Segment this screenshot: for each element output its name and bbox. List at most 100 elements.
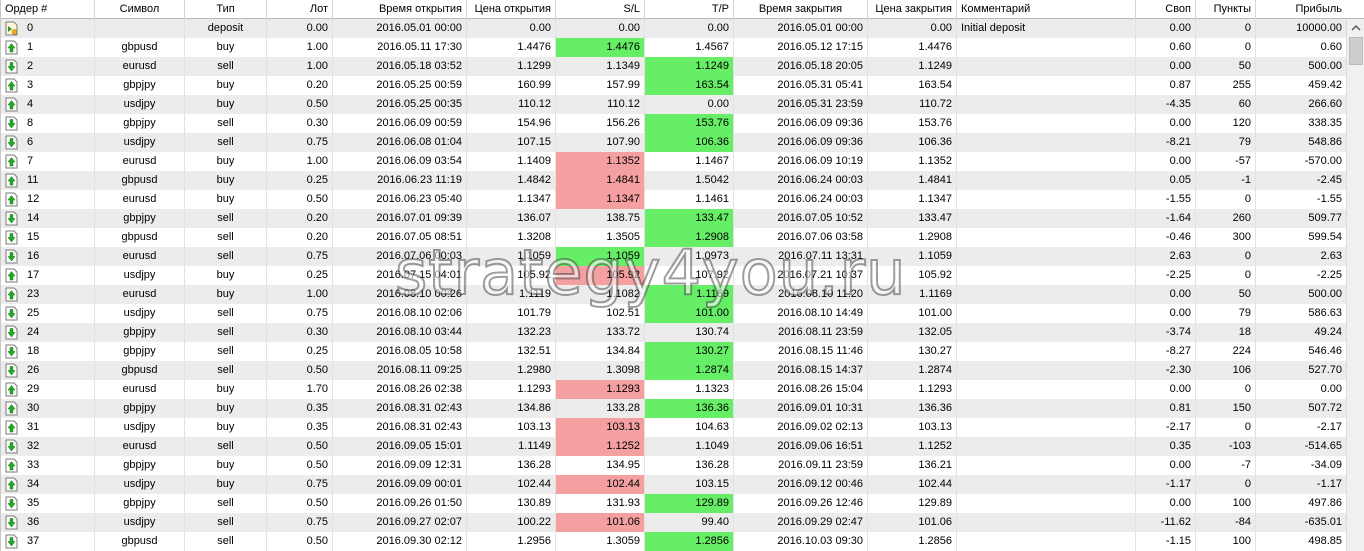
cell-lot: 0.25 (267, 266, 333, 285)
cell-symbol: eurusd (95, 152, 185, 171)
header-col-open-price[interactable]: Цена открытия (467, 0, 556, 19)
cell-open-price: 134.86 (467, 399, 556, 418)
table-row[interactable]: 4 usdjpy buy 0.50 2016.05.25 00:35 110.12 110.… (1, 95, 1347, 114)
cell-close-time: 2016.08.26 15:04 (734, 380, 868, 399)
cell-symbol: gbpjpy (95, 76, 185, 95)
header-col-lot[interactable]: Лот (267, 0, 333, 19)
header-col-close-time[interactable]: Время закрытия (734, 0, 868, 19)
cell-symbol: usdjpy (95, 133, 185, 152)
cell-lot: 0.20 (267, 76, 333, 95)
cell-profit: -570.00 (1256, 152, 1347, 171)
cell-swap: -1.64 (1136, 209, 1196, 228)
table-row[interactable]: 31 usdjpy buy 0.35 2016.08.31 02:43 103.13 103… (1, 418, 1347, 437)
table-row[interactable]: 24 gbpjpy sell 0.30 2016.08.10 03:44 132.23 13… (1, 323, 1347, 342)
table-row[interactable]: 30 gbpjpy buy 0.35 2016.08.31 02:43 134.86 133… (1, 399, 1347, 418)
cell-sl: 157.99 (556, 76, 645, 95)
header-col-tp[interactable]: T/P (645, 0, 734, 19)
table-row[interactable]: 23 eurusd buy 1.00 2016.08.10 00:26 1.1119 1.1… (1, 285, 1347, 304)
order-number: 24 (27, 326, 40, 338)
cell-sl: 1.1252 (556, 437, 645, 456)
cell-order: 0 (1, 19, 95, 38)
header-col-symbol[interactable]: Символ (95, 0, 185, 19)
header-col-profit[interactable]: Прибыль (1256, 0, 1347, 19)
cell-symbol: usdjpy (95, 475, 185, 494)
header-col-order[interactable]: Ордер # (1, 0, 95, 19)
header-col-close-price[interactable]: Цена закрытия (868, 0, 957, 19)
cell-tp: 107.92 (645, 266, 734, 285)
table-row[interactable]: 26 gbpusd sell 0.50 2016.08.11 09:25 1.2980 1.… (1, 361, 1347, 380)
table-row[interactable]: 1 gbpusd buy 1.00 2016.05.11 17:30 1.4476 1.44… (1, 38, 1347, 57)
cell-close-time: 2016.09.29 02:47 (734, 513, 868, 532)
cell-open-price: 0.00 (467, 19, 556, 38)
table-row[interactable]: 2 eurusd sell 1.00 2016.05.18 03:52 1.1299 1.1… (1, 57, 1347, 76)
cell-lot: 0.20 (267, 228, 333, 247)
buy-icon (5, 192, 18, 207)
table-row[interactable]: 0 deposit 0.00 2016.05.01 00:00 0.00 0.00 0.00… (1, 19, 1347, 38)
cell-comment (957, 304, 1136, 323)
table-row[interactable]: 12 eurusd buy 0.50 2016.06.23 05:40 1.1347 1.1… (1, 190, 1347, 209)
order-number: 34 (27, 478, 40, 490)
table-row[interactable]: 35 gbpjpy sell 0.50 2016.09.26 01:50 130.89 13… (1, 494, 1347, 513)
cell-close-price: 133.47 (868, 209, 957, 228)
cell-sl: 1.1352 (556, 152, 645, 171)
cell-open-price: 1.4476 (467, 38, 556, 57)
scroll-up-arrow-icon[interactable] (1350, 22, 1362, 34)
cell-lot: 0.50 (267, 190, 333, 209)
table-row[interactable]: 16 eurusd sell 0.75 2016.07.06 00:03 1.1059 1.… (1, 247, 1347, 266)
cell-type: deposit (185, 19, 267, 38)
header-col-points[interactable]: Пункты (1196, 0, 1256, 19)
cell-close-time: 2016.05.01 00:00 (734, 19, 868, 38)
cell-type: buy (185, 171, 267, 190)
header-col-type[interactable]: Тип (185, 0, 267, 19)
cell-points: 0 (1196, 418, 1256, 437)
cell-comment (957, 513, 1136, 532)
cell-type: sell (185, 228, 267, 247)
sell-icon (5, 496, 18, 511)
cell-comment (957, 171, 1136, 190)
header-col-sl[interactable]: S/L (556, 0, 645, 19)
cell-swap: 0.00 (1136, 19, 1196, 38)
header-col-open-time[interactable]: Время открытия (333, 0, 467, 19)
cell-open-time: 2016.05.25 00:35 (333, 95, 467, 114)
table-row[interactable]: 8 gbpjpy sell 0.30 2016.06.09 00:59 154.96 156… (1, 114, 1347, 133)
table-row[interactable]: 3 gbpjpy buy 0.20 2016.05.25 00:59 160.99 157.… (1, 76, 1347, 95)
table-row[interactable]: 7 eurusd buy 1.00 2016.06.09 03:54 1.1409 1.13… (1, 152, 1347, 171)
order-number: 7 (27, 155, 34, 167)
cell-open-time: 2016.08.31 02:43 (333, 399, 467, 418)
scrollbar-thumb[interactable] (1349, 37, 1363, 65)
cell-order: 30 (1, 399, 95, 418)
cell-close-time: 2016.07.06 03:58 (734, 228, 868, 247)
cell-open-time: 2016.09.26 01:50 (333, 494, 467, 513)
table-row[interactable]: 36 usdjpy sell 0.75 2016.09.27 02:07 100.22 10… (1, 513, 1347, 532)
header-col-comment[interactable]: Комментарий (957, 0, 1136, 19)
table-row[interactable]: 11 gbpusd buy 0.25 2016.06.23 11:19 1.4842 1.4… (1, 171, 1347, 190)
cell-close-time: 2016.06.09 09:36 (734, 133, 868, 152)
cell-order: 32 (1, 437, 95, 456)
cell-points: 50 (1196, 57, 1256, 76)
table-row[interactable]: 14 gbpjpy sell 0.20 2016.07.01 09:39 136.07 13… (1, 209, 1347, 228)
cell-type: sell (185, 323, 267, 342)
cell-sl: 131.93 (556, 494, 645, 513)
cell-comment (957, 38, 1136, 57)
table-row[interactable]: 33 gbpjpy buy 0.50 2016.09.09 12:31 136.28 134… (1, 456, 1347, 475)
table-row[interactable]: 17 usdjpy buy 0.25 2016.07.15 04:01 105.92 105… (1, 266, 1347, 285)
cell-close-time: 2016.08.10 14:49 (734, 304, 868, 323)
cell-close-price: 1.1249 (868, 57, 957, 76)
table-row[interactable]: 18 gbpjpy sell 0.25 2016.08.05 10:58 132.51 13… (1, 342, 1347, 361)
table-row[interactable]: 34 usdjpy buy 0.75 2016.09.09 00:01 102.44 102… (1, 475, 1347, 494)
table-row[interactable]: 25 usdjpy sell 0.75 2016.08.10 02:06 101.79 10… (1, 304, 1347, 323)
table-row[interactable]: 37 gbpusd sell 0.50 2016.09.30 02:12 1.2956 1.… (1, 532, 1347, 551)
cell-sl: 110.12 (556, 95, 645, 114)
sell-icon (5, 59, 18, 74)
cell-points: 79 (1196, 304, 1256, 323)
table-row[interactable]: 6 usdjpy sell 0.75 2016.06.08 01:04 107.15 107… (1, 133, 1347, 152)
table-row[interactable]: 32 eurusd sell 0.50 2016.09.05 15:01 1.1149 1.… (1, 437, 1347, 456)
cell-points: 120 (1196, 114, 1256, 133)
table-row[interactable]: 15 gbpusd sell 0.20 2016.07.05 08:51 1.3208 1.… (1, 228, 1347, 247)
table-row[interactable]: 29 eurusd buy 1.70 2016.08.26 02:38 1.1293 1.1… (1, 380, 1347, 399)
cell-order: 16 (1, 247, 95, 266)
header-col-swap[interactable]: Своп (1136, 0, 1196, 19)
cell-close-price: 103.13 (868, 418, 957, 437)
vertical-scrollbar[interactable] (1346, 19, 1364, 551)
cell-type: buy (185, 380, 267, 399)
